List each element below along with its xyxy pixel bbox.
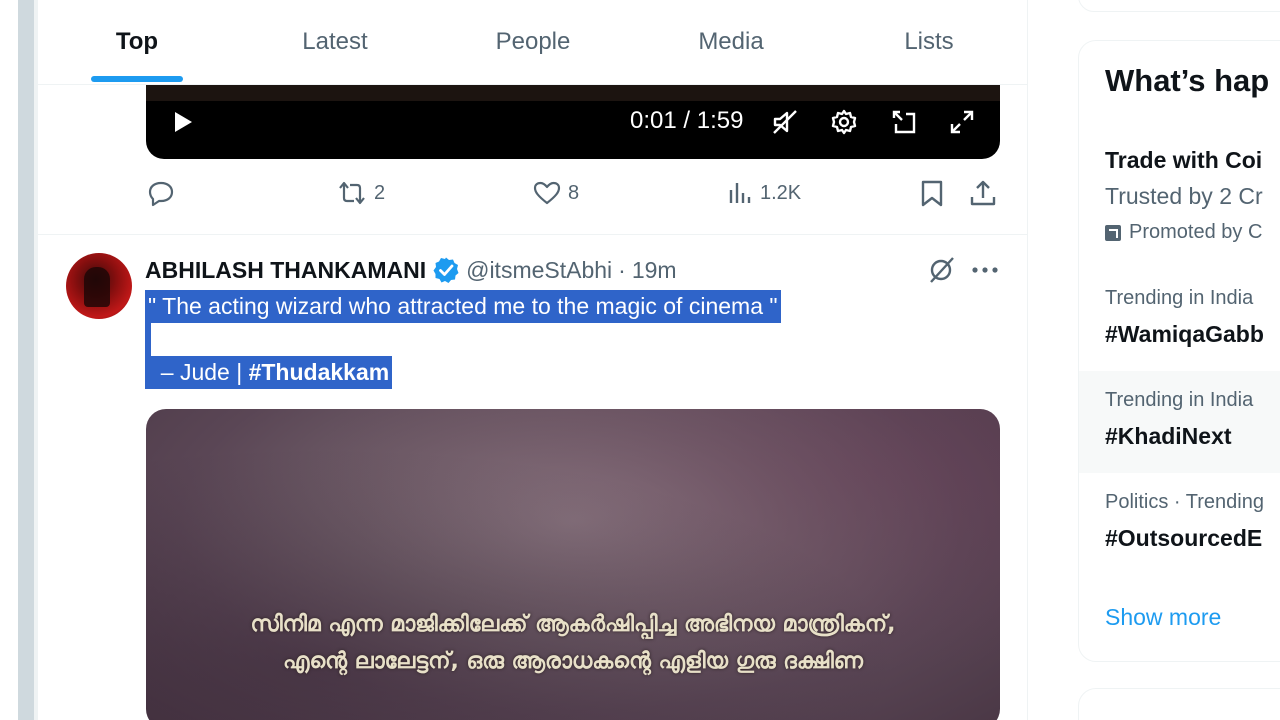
bookmark-icon <box>918 178 946 208</box>
trend-name: #WamiqaGabb <box>1105 321 1264 347</box>
trend-item[interactable]: Politics · Trending #OutsourcedE <box>1079 473 1280 575</box>
more-options-icon[interactable] <box>970 257 1000 283</box>
tweet-attribution: – Jude | <box>148 359 249 385</box>
tab-label: Latest <box>302 28 368 55</box>
share-button[interactable] <box>968 178 998 208</box>
tweet-divider <box>38 234 1027 235</box>
trend-context: Trending in India <box>1105 389 1254 411</box>
heart-icon <box>532 178 562 208</box>
promo-title[interactable]: Trade with Coi <box>1105 147 1262 174</box>
active-tab-indicator <box>91 76 183 82</box>
tab-lists[interactable]: Lists <box>830 0 1027 84</box>
like-count: 8 <box>568 181 580 204</box>
trend-item[interactable]: Trending in India #WamiqaGabb <box>1079 269 1280 371</box>
tab-top[interactable]: Top <box>38 0 236 84</box>
video-player[interactable]: 0:01 / 1:59 <box>146 85 1000 159</box>
promo-subtitle: Trusted by 2 Cr <box>1105 183 1263 209</box>
promoted-by-text: Promoted by C <box>1129 221 1263 243</box>
tweet-text-line: – Jude | #Thudakkam <box>145 356 393 389</box>
tab-media[interactable]: Media <box>632 0 830 84</box>
author-name[interactable]: ABHILASH THANKAMANI <box>145 257 426 284</box>
retweet-button[interactable]: 2 <box>336 178 385 208</box>
page: Top Latest People Media Lists 0:01 / 1:5… <box>0 0 1280 720</box>
tab-label: People <box>495 28 571 55</box>
trend-name: #OutsourcedE <box>1105 525 1263 551</box>
play-icon[interactable] <box>168 107 198 137</box>
tab-label: Lists <box>904 28 954 55</box>
verified-badge-icon <box>432 256 460 284</box>
tab-label: Media <box>698 28 764 55</box>
show-more-link[interactable]: Show more <box>1105 604 1221 631</box>
tweet-text-line: " The acting wizard who attracted me to … <box>145 290 781 323</box>
trend-name: #KhadiNext <box>1105 423 1232 449</box>
tweet-actions: 2 8 1.2K <box>146 178 1000 218</box>
timeline-column: Top Latest People Media Lists 0:01 / 1:5… <box>38 0 1028 720</box>
avatar-figure <box>84 267 110 307</box>
promoted-by: Promoted by C <box>1105 221 1262 244</box>
header-separator: · <box>618 256 626 283</box>
sidebar-bottom-card <box>1078 688 1280 720</box>
views-button[interactable]: 1.2K <box>726 178 801 208</box>
like-button[interactable]: 8 <box>532 178 579 208</box>
bookmark-button[interactable] <box>918 178 946 208</box>
image-caption-line: എന്റെ ലാലേട്ടന്, ഒരു ആരാധകന്റെ എളിയ ഗുരു… <box>283 649 863 674</box>
tab-people[interactable]: People <box>434 0 632 84</box>
fullscreen-icon[interactable] <box>945 105 979 139</box>
trend-context: Trending in India <box>1105 287 1254 309</box>
picture-in-picture-icon[interactable] <box>887 105 921 139</box>
grok-icon[interactable] <box>926 255 956 285</box>
image-caption-line: സിനിമ എന്ന മാജിക്കിലേക്ക് ആകർഷിപ്പിച്ച അ… <box>250 612 896 637</box>
author-handle[interactable]: @itsmeStAbhi <box>466 257 612 284</box>
trend-context: Politics · Trending <box>1105 491 1264 513</box>
left-page-edge <box>18 0 34 720</box>
avatar[interactable] <box>66 253 132 319</box>
promoted-icon <box>1105 224 1121 241</box>
retweet-count: 2 <box>374 181 386 204</box>
settings-icon[interactable] <box>827 105 861 139</box>
views-icon <box>726 178 754 208</box>
views-count: 1.2K <box>760 181 802 204</box>
reply-icon <box>146 178 176 208</box>
mute-icon[interactable] <box>768 105 802 139</box>
tweet-header: ABHILASH THANKAMANI @itsmeStAbhi · 19m <box>145 255 677 285</box>
sidebar-top-card <box>1078 0 1280 12</box>
tweet-image[interactable]: സിനിമ എന്ന മാജിക്കിലേക്ക് ആകർഷിപ്പിച്ച അ… <box>146 409 1000 720</box>
search-tabs: Top Latest People Media Lists <box>38 0 1027 85</box>
trend-item[interactable]: Trending in India #KhadiNext <box>1079 371 1280 473</box>
tweet-timestamp[interactable]: 19m <box>632 257 677 284</box>
tab-label: Top <box>115 28 159 55</box>
video-frame <box>146 85 1000 101</box>
hashtag-link[interactable]: #Thudakkam <box>249 359 390 385</box>
selection-blank-line <box>145 323 151 356</box>
panel-title: What’s hap <box>1105 63 1270 98</box>
video-time: 0:01 / 1:59 <box>630 107 744 134</box>
retweet-icon <box>336 178 368 208</box>
tab-latest[interactable]: Latest <box>236 0 434 84</box>
reply-button[interactable] <box>146 178 176 208</box>
share-icon <box>968 178 998 208</box>
whats-happening-panel: What’s hap Trade with Coi Trusted by 2 C… <box>1078 40 1280 662</box>
